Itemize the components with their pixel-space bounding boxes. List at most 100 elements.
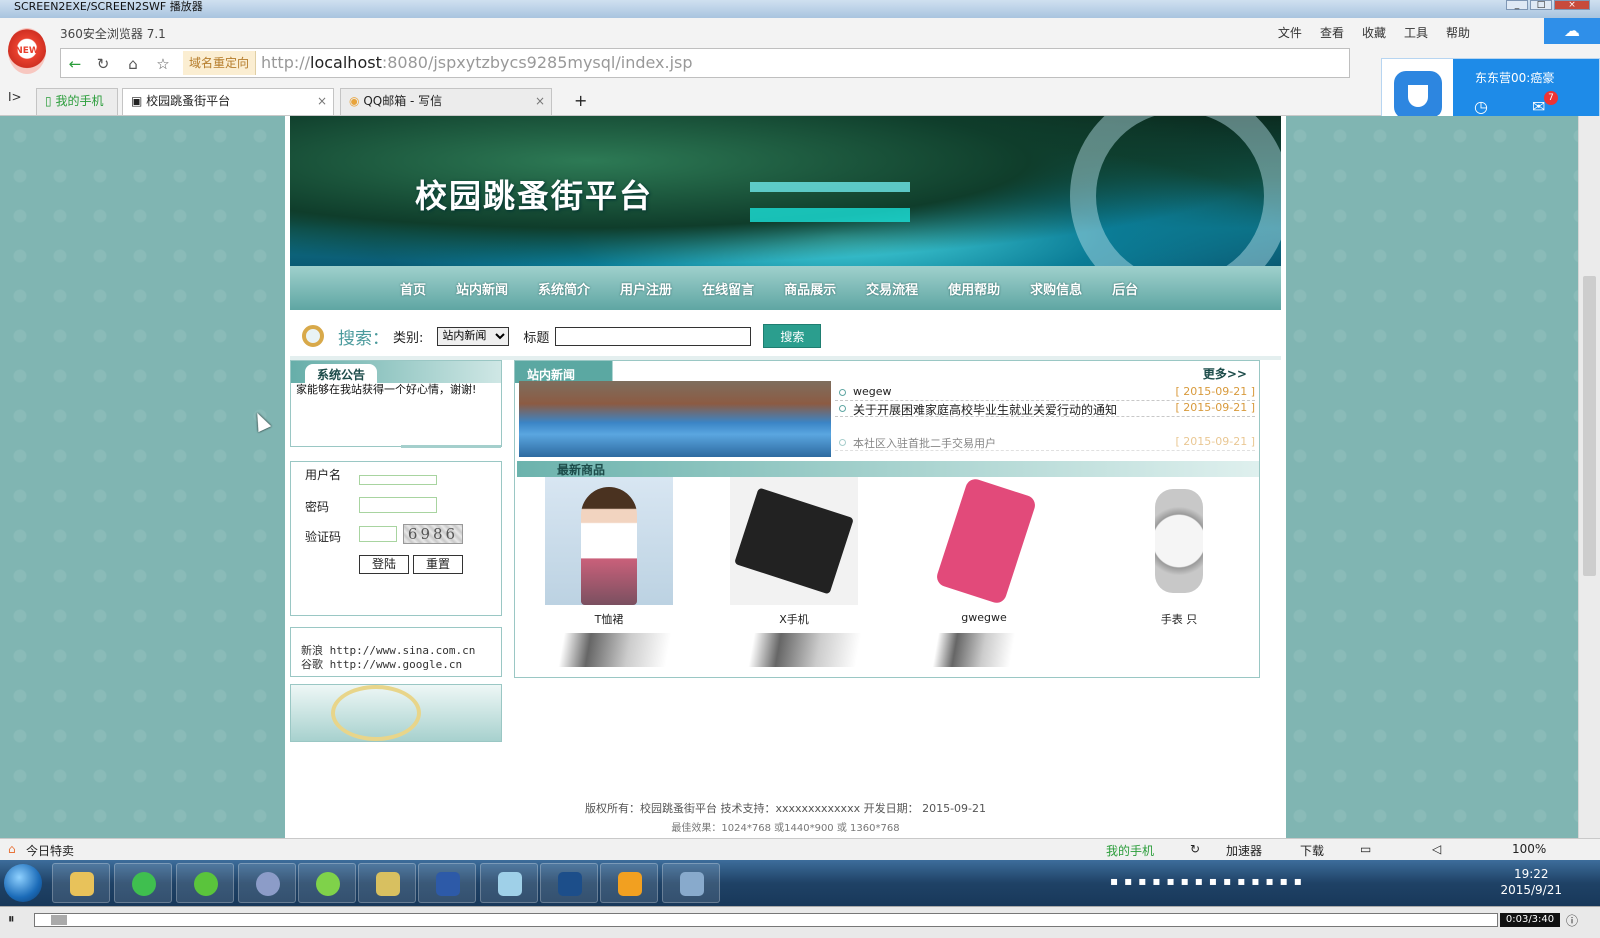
username-input[interactable]	[359, 475, 437, 485]
taskbar-ie[interactable]	[114, 863, 172, 903]
site-banner: 校园跳蚤街平台	[290, 116, 1281, 266]
cloud-icon[interactable]: ☁	[1544, 18, 1600, 44]
product-name[interactable]: gwegwe	[920, 611, 1048, 624]
favorite-star-icon[interactable]: ☆	[153, 54, 173, 74]
address-bar[interactable]: ← ↻ ⌂ ☆ 域名重定向 http://localhost:8080/jspx…	[60, 48, 1350, 78]
product-card[interactable]: T恤裙	[545, 477, 673, 627]
taskbar-tool[interactable]	[358, 863, 416, 903]
taskbar-browser[interactable]	[176, 863, 234, 903]
news-date: [ 2015-09-21 ]	[1175, 401, 1255, 414]
window-icon[interactable]: ▭	[1360, 842, 1371, 856]
product-card[interactable]: gwegwe	[920, 477, 1048, 624]
menu-file[interactable]: 文件	[1278, 24, 1302, 41]
menu-tools[interactable]: 工具	[1404, 24, 1428, 41]
download-button[interactable]: 下载	[1300, 842, 1324, 859]
taskbar-app[interactable]	[480, 863, 538, 903]
nav-register[interactable]: 用户注册	[620, 279, 672, 298]
nav-home[interactable]: 首页	[400, 279, 426, 298]
product-image[interactable]	[545, 477, 673, 605]
title-search-input[interactable]	[555, 326, 752, 346]
clock-icon[interactable]: ◷	[1474, 97, 1488, 116]
taskbar-app[interactable]	[662, 863, 720, 903]
product-name[interactable]: X手机	[730, 611, 858, 627]
product-image[interactable]	[730, 477, 858, 605]
captcha-image[interactable]: 6986	[403, 524, 463, 544]
product-image[interactable]	[551, 633, 679, 667]
news-image[interactable]	[519, 381, 831, 457]
taskbar-photoshop[interactable]	[540, 863, 598, 903]
url-field[interactable]: http://localhost:8080/jspxytzbycs9285mys…	[261, 51, 693, 75]
volume-icon[interactable]: ◁	[1432, 842, 1441, 856]
close-window-button[interactable]: ×	[1554, 0, 1590, 10]
seek-handle[interactable]	[51, 915, 67, 925]
taskbar-explorer[interactable]	[52, 863, 110, 903]
seek-bar[interactable]	[34, 913, 1498, 927]
deals-link[interactable]: 今日特卖	[26, 842, 74, 859]
search-button[interactable]: 搜索	[763, 324, 822, 348]
tab-my-phone[interactable]: ▯ 我的手机	[36, 88, 118, 115]
zoom-level[interactable]: 100%	[1512, 842, 1546, 856]
refresh-icon[interactable]: ↻	[93, 54, 113, 74]
news-item[interactable]: 关于开展困难家庭高校毕业生就业关爱行动的通知 [ 2015-09-21 ]	[835, 401, 1255, 417]
menu-favorites[interactable]: 收藏	[1362, 24, 1386, 41]
taskbar-clock[interactable]: 19:22 2015/9/21	[1500, 866, 1562, 898]
news-item[interactable]: 本社区入驻首批二手交易用户 [ 2015-09-21 ]	[835, 435, 1255, 451]
product-name[interactable]: 手表 只	[1115, 611, 1243, 627]
tab-close-icon[interactable]: ×	[535, 89, 545, 114]
product-name[interactable]: T恤裙	[545, 611, 673, 627]
bullet-icon	[839, 439, 846, 446]
product-image[interactable]	[920, 477, 1048, 605]
accelerator-button[interactable]: 加速器	[1226, 842, 1262, 859]
refresh-icon[interactable]: ↻	[1190, 842, 1200, 856]
nav-news[interactable]: 站内新闻	[456, 279, 508, 298]
scrollbar-thumb[interactable]	[1583, 276, 1596, 576]
nav-help[interactable]: 使用帮助	[948, 279, 1000, 298]
nav-trade-flow[interactable]: 交易流程	[866, 279, 918, 298]
new-tab-button[interactable]: +	[566, 88, 594, 115]
taskbar-word[interactable]	[418, 863, 476, 903]
menu-help[interactable]: 帮助	[1446, 24, 1470, 41]
news-item[interactable]: wegew [ 2015-09-21 ]	[835, 385, 1255, 401]
redirect-label[interactable]: 域名重定向	[183, 51, 257, 75]
nav-products[interactable]: 商品展示	[784, 279, 836, 298]
browser-name: 360安全浏览器 7.1	[60, 27, 166, 41]
pause-icon[interactable]: ⏸	[8, 912, 15, 927]
home-icon[interactable]: ⌂	[123, 54, 143, 74]
info-icon[interactable]: ⓘ	[1566, 912, 1578, 929]
nav-about[interactable]: 系统简介	[538, 279, 590, 298]
product-card[interactable]: 手表 只	[1115, 477, 1243, 627]
captcha-input[interactable]	[359, 526, 397, 542]
browser-logo-icon[interactable]: NEW	[8, 28, 46, 74]
system-tray[interactable]: ▪▪▪▪▪▪▪▪▪▪▪▪▪▪	[1110, 874, 1308, 888]
product-image[interactable]	[741, 633, 869, 667]
tab-close-icon[interactable]: ×	[317, 89, 327, 114]
page-scrollbar[interactable]	[1578, 116, 1600, 838]
maximize-button[interactable]: □	[1530, 0, 1552, 10]
taskbar-app[interactable]	[238, 863, 296, 903]
password-input[interactable]	[359, 497, 437, 513]
news-more-link[interactable]: 更多>>	[1203, 365, 1247, 382]
link-google[interactable]: 谷歌 http://www.google.cn	[301, 656, 462, 672]
product-card[interactable]: X手机	[730, 477, 858, 627]
nav-admin[interactable]: 后台	[1112, 279, 1138, 298]
news-date: [ 2015-09-21 ]	[1175, 435, 1255, 448]
tab-qq-mail[interactable]: ◉ QQ邮箱 - 写信 ×	[340, 88, 552, 115]
menu-view[interactable]: 查看	[1320, 24, 1344, 41]
product-image[interactable]	[929, 633, 1019, 667]
back-icon[interactable]: ←	[65, 54, 85, 74]
minimize-button[interactable]: _	[1506, 0, 1528, 10]
password-label: 密码	[305, 500, 330, 514]
tab-campus-market[interactable]: ▣ 校园跳蚤街平台 ×	[122, 88, 334, 115]
page-icon: ▣	[131, 94, 143, 108]
nav-message[interactable]: 在线留言	[702, 279, 754, 298]
product-image[interactable]	[1115, 477, 1243, 605]
taskbar-app[interactable]	[298, 863, 356, 903]
taskbar-app[interactable]	[600, 863, 658, 903]
reset-button[interactable]: 重置	[413, 555, 463, 574]
status-my-phone[interactable]: 我的手机	[1106, 842, 1154, 859]
start-button[interactable]	[4, 864, 42, 902]
nav-wanted[interactable]: 求购信息	[1030, 279, 1082, 298]
category-select[interactable]: 站内新闻	[437, 326, 510, 346]
windows-taskbar: ▪▪▪▪▪▪▪▪▪▪▪▪▪▪ 19:22 2015/9/21	[0, 860, 1600, 906]
login-button[interactable]: 登陆	[359, 555, 409, 574]
